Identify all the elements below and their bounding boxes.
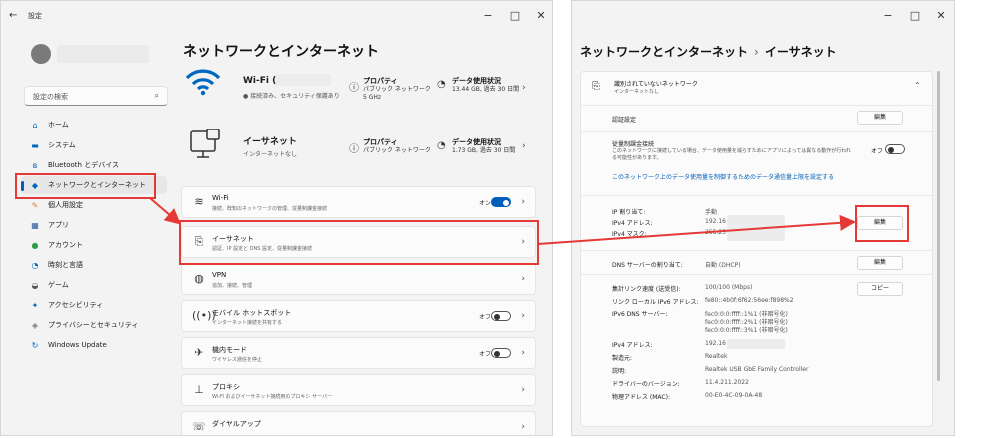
arrow-nav-to-card xyxy=(149,197,182,225)
annotation-arrows xyxy=(149,197,856,245)
arrow-card-to-edit xyxy=(537,214,856,245)
